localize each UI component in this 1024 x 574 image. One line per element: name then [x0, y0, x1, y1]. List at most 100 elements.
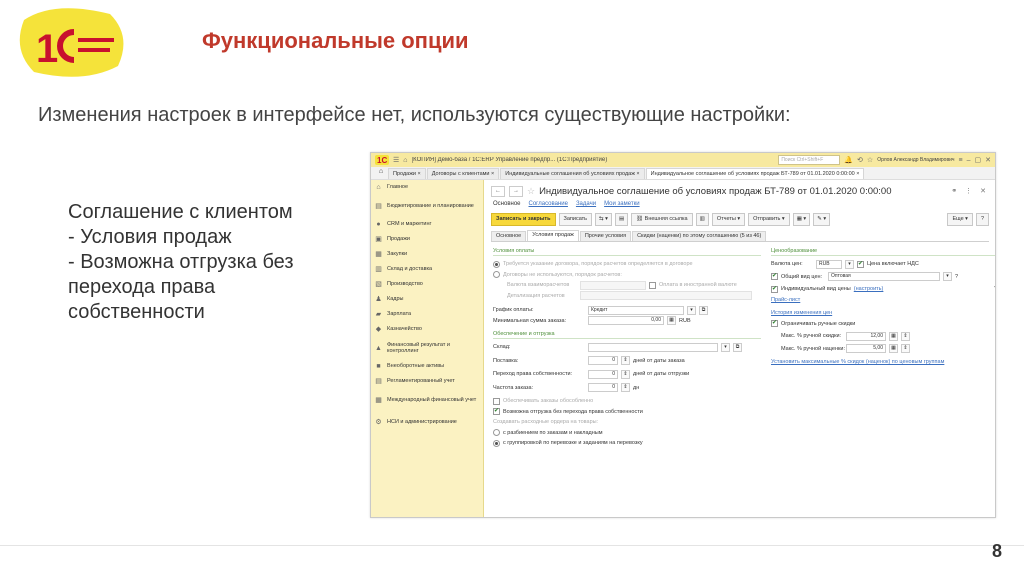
stepper-button[interactable]: ⇕ [621, 369, 630, 379]
sidebar-item-purchases[interactable]: ▦ Закупки [371, 247, 483, 262]
sidebar-item-main[interactable]: ⌂ Главное [371, 180, 483, 195]
back-button[interactable]: ← [491, 185, 505, 197]
open-tab[interactable]: Продажи × [388, 168, 426, 179]
mandatory-row[interactable]: Обеспечивать заказы обособленно [493, 396, 761, 407]
sidebar-item-production[interactable]: ▧ Производство [371, 277, 483, 292]
payment-option-contract[interactable]: Требуется указание договора, порядок рас… [493, 259, 761, 270]
stepper-button[interactable]: ⇕ [621, 356, 630, 366]
save-close-button[interactable]: Записать и закрыть [491, 212, 556, 226]
dropdown-button[interactable]: ▾ [845, 259, 854, 269]
limit-row[interactable]: ✔ Ограничивать ручные скидки [771, 319, 995, 330]
open-tab-active[interactable]: Индивидуальное соглашение об условиях пр… [645, 168, 865, 179]
dropdown-button[interactable]: ▾ [721, 342, 730, 352]
min-sum-input[interactable]: 0,00 [588, 316, 664, 326]
home-tab-icon[interactable]: ⌂ [375, 168, 387, 179]
checkbox[interactable] [649, 281, 656, 289]
sidebar-item-budget[interactable]: ▤ Бюджетирование и планирование [371, 195, 483, 217]
reports-button[interactable]: Отчеты ▾ [711, 212, 746, 226]
sidebar-item-finance[interactable]: ▲ Финансовый результат и контроллинг [371, 337, 483, 359]
sidebar-item-crm[interactable]: ● CRM и маркетинг [371, 217, 483, 232]
sidebar-item-sales[interactable]: ▣ Продажи [371, 232, 483, 247]
forward-button[interactable]: → [509, 185, 523, 197]
checkbox-checked[interactable]: ✔ [771, 273, 778, 281]
radio[interactable] [493, 439, 500, 447]
radio[interactable] [493, 429, 500, 437]
files-icon[interactable]: ▥ [695, 212, 709, 226]
attach-icon[interactable]: ▤ [614, 212, 629, 226]
save-button[interactable]: Записать [558, 212, 593, 226]
home-icon[interactable]: ⌂ [403, 157, 407, 164]
external-link-button[interactable]: ⛓ Внешняя ссылка [631, 212, 693, 226]
open-tab[interactable]: Договоры с клиентами × [426, 168, 500, 179]
max-markup-input[interactable]: 5,00 [846, 344, 886, 354]
ownership-input[interactable]: 0 [588, 369, 618, 379]
close-icon[interactable]: ✕ [985, 156, 991, 164]
max-discount-input[interactable]: 12,00 [846, 331, 886, 341]
create-based-icon[interactable]: ⇆ ▾ [595, 212, 612, 226]
minimize-icon[interactable]: – [967, 157, 971, 164]
link-main[interactable]: Основное [493, 201, 521, 207]
open-tab[interactable]: Индивидуальные соглашения об условиях пр… [500, 168, 645, 179]
calc-button[interactable]: ▦ [889, 344, 898, 354]
delivery-input[interactable]: 0 [588, 356, 618, 366]
sidebar-item-assets[interactable]: ■ Внеоборотные активы [371, 359, 483, 374]
frequency-input[interactable]: 0 [588, 383, 618, 393]
stepper-button[interactable]: ⇕ [621, 383, 630, 393]
help-icon[interactable]: ? [994, 286, 995, 292]
sidebar-item-hr[interactable]: ♟ Кадры [371, 292, 483, 307]
radio[interactable] [493, 260, 500, 268]
open-button[interactable]: ⧉ [699, 305, 708, 315]
help-button[interactable]: ? [975, 212, 989, 226]
tab-sales-terms[interactable]: Условия продаж [527, 230, 579, 241]
calc-button[interactable]: ▦ [667, 316, 676, 326]
group-discount-link[interactable]: Установить максимальные % скидок (нацено… [771, 359, 944, 365]
pricelist-link[interactable]: Прайс-лист [771, 297, 800, 303]
checkbox-checked[interactable]: ✔ [771, 285, 778, 293]
link-notes[interactable]: Мои заметки [604, 201, 640, 207]
price-currency-input[interactable]: RUB [816, 259, 842, 269]
stepper-button[interactable]: ⇕ [901, 344, 910, 354]
settlement-currency-input[interactable] [580, 280, 646, 290]
menu-icon[interactable]: ☰ [393, 156, 399, 164]
link-approval[interactable]: Согласование [529, 201, 568, 207]
checkbox-checked[interactable]: ✔ [493, 408, 500, 416]
payment-option-no-contract[interactable]: Договоры не используются, порядок расчет… [493, 270, 761, 281]
split-option-2[interactable]: с группировкой по перевозке и заданиям н… [493, 438, 761, 449]
favorite-star-icon[interactable]: ☆ [527, 186, 535, 197]
setup-link[interactable]: (настроить) [854, 286, 884, 292]
open-button[interactable]: ⧉ [733, 342, 742, 352]
history-icon[interactable]: ⟲ [857, 156, 863, 164]
maximize-icon[interactable]: ▢ [975, 156, 982, 164]
price-type-input[interactable]: Оптовая [828, 272, 940, 282]
link-tasks[interactable]: Задачи [576, 201, 596, 207]
schedule-input[interactable]: Кредит [588, 305, 684, 315]
radio[interactable] [493, 271, 500, 279]
bell-icon[interactable]: 🔔 [844, 156, 853, 164]
sidebar-item-salary[interactable]: ▰ Зарплата [371, 307, 483, 322]
checkbox-checked[interactable]: ✔ [771, 320, 778, 328]
warehouse-input[interactable] [588, 342, 718, 352]
price-history-link[interactable]: История изменения цен [771, 310, 832, 316]
individual-price-row[interactable]: ✔Индивидуальный вид цены(настроить)? [771, 284, 995, 295]
stepper-button[interactable]: ⇕ [901, 331, 910, 341]
sidebar-item-warehouse[interactable]: ▥ Склад и доставка [371, 262, 483, 277]
sidebar-item-intl[interactable]: ▦ Международный финансовый учет [371, 389, 483, 411]
no-ownership-row[interactable]: ✔ Возможна отгрузка без перехода права со… [493, 407, 761, 418]
checkbox-checked[interactable]: ✔ [857, 260, 864, 268]
settlement-detail-input[interactable] [580, 291, 752, 301]
send-button[interactable]: Отправить ▾ [748, 212, 790, 226]
settings-menu-icon[interactable]: ≡ [959, 157, 963, 164]
more-button[interactable]: Еще ▾ [947, 212, 973, 226]
split-option-1[interactable]: с разбиением по заказам и накладным [493, 428, 761, 439]
star-icon[interactable]: ☆ [867, 156, 873, 164]
tab-other-terms[interactable]: Прочие условия [579, 231, 632, 241]
search-input[interactable]: Поиск Ctrl+Shift+F [778, 155, 841, 165]
sidebar-item-treasury[interactable]: ◆ Казначейство [371, 322, 483, 337]
sidebar-item-admin[interactable]: ⚙ НСИ и администрирование [371, 411, 483, 433]
calc-button[interactable]: ▦ [889, 331, 898, 341]
dropdown-button[interactable]: ▾ [687, 305, 696, 315]
help-icon[interactable]: ? [955, 274, 958, 280]
checkbox[interactable] [493, 397, 500, 405]
tab-main[interactable]: Основное [491, 231, 527, 241]
sidebar-item-accounting[interactable]: ▤ Регламентированный учет [371, 374, 483, 389]
